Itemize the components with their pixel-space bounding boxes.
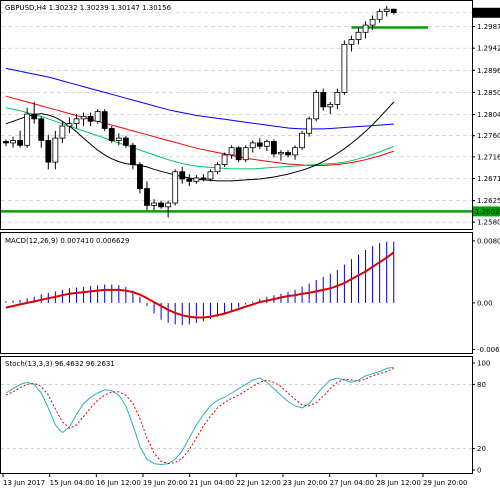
chart-window: 1.30156 1.29870 1.29420 1.28960 1.28500 1.280…: [0, 0, 500, 490]
candle-body: [10, 140, 16, 144]
candle-body: [3, 141, 9, 144]
candle-body: [249, 142, 256, 149]
candle-body: [306, 118, 313, 134]
macd-title: MACD(12,26,9) 0.007410 0.006629: [5, 237, 129, 245]
price-tick-label: 1.27160: [477, 153, 500, 161]
candle-body: [38, 118, 45, 141]
price-chart[interactable]: 1.30156 1.29870 1.29420 1.28960 1.28500 1.280…: [0, 0, 500, 490]
price-chart-title: GBPUSD,H4 1.30232 1.30239 1.30147 1.3015…: [5, 4, 172, 12]
candle-body: [362, 24, 369, 33]
time-tick-label: 28 Jun 12:00: [376, 479, 420, 487]
macd-tick-label: 0.008077: [477, 237, 500, 245]
candle-body: [376, 11, 383, 20]
current-price-label: 1.30156: [475, 9, 500, 17]
candle-body: [101, 111, 108, 129]
candle-body: [52, 137, 59, 163]
candle-body: [115, 137, 122, 141]
time-tick-label: 22 Jun 12:00: [236, 479, 280, 487]
price-tick-label: 1.25800: [477, 219, 500, 227]
price-tick-label: 1.28040: [477, 111, 500, 119]
candle-body: [31, 113, 38, 120]
candle-body: [172, 171, 179, 204]
stoch-tick-label: 100: [477, 360, 490, 368]
candle-body: [137, 164, 143, 189]
price-tick-label: 1.27600: [477, 132, 500, 140]
support-price-label: 1.26025: [475, 208, 500, 216]
stoch-tick-label: 0: [477, 467, 481, 475]
candle-body: [369, 18, 376, 26]
candle-body: [299, 132, 306, 149]
candle-body: [334, 92, 341, 105]
candle-body: [228, 147, 235, 156]
candle-body: [214, 164, 221, 173]
candle-body: [87, 116, 94, 122]
price-tick-label: 1.26250: [477, 197, 500, 205]
candle-body: [186, 178, 193, 182]
candle-body: [144, 188, 150, 206]
candle-body: [285, 152, 291, 156]
candle-body: [235, 147, 242, 161]
candle-body: [66, 123, 73, 127]
stoch-tick-label: 80: [477, 381, 486, 389]
candle-body: [179, 171, 186, 180]
candle-body: [45, 140, 52, 163]
macd-tick-label: -0.006061: [477, 346, 500, 354]
candle-body: [158, 202, 165, 208]
candle-body: [256, 142, 263, 147]
candle-body: [292, 147, 298, 156]
candle-body: [278, 152, 284, 155]
candle-body: [151, 202, 157, 206]
candle-body: [108, 128, 115, 141]
candle-body: [73, 118, 80, 125]
candle-body: [59, 125, 66, 139]
candle-body: [122, 137, 129, 146]
candle-body: [24, 113, 31, 146]
candle-body: [348, 39, 355, 45]
stoch-tick-label: 20: [477, 445, 486, 453]
candle-body: [383, 8, 390, 13]
price-tick-label: 1.29420: [477, 45, 500, 53]
candle-body: [313, 92, 320, 120]
candle-body: [165, 202, 172, 208]
candle-body: [200, 177, 207, 180]
candle-body: [17, 140, 24, 146]
candle-body: [327, 104, 334, 108]
price-tick-label: 1.28500: [477, 89, 500, 97]
price-tick-label: 1.26710: [477, 175, 500, 183]
candle-body: [207, 171, 214, 180]
time-tick-label: 13 Jun 2017: [3, 479, 45, 487]
macd-tick-label: 0.00: [477, 299, 493, 307]
time-tick-label: 16 Jun 12:00: [96, 479, 140, 487]
candle-body: [320, 92, 327, 108]
time-tick-label: 21 Jun 04:00: [190, 479, 234, 487]
time-tick-label: 19 Jun 20:00: [143, 479, 187, 487]
candle-body: [341, 43, 348, 93]
candle-body: [129, 144, 136, 165]
time-tick-label: 29 Jun 20:00: [423, 479, 467, 487]
candle-body: [355, 31, 362, 40]
stoch-title: Stoch(13,3,3) 96.4632 96.2631: [5, 360, 115, 368]
candle-body: [193, 177, 200, 182]
candle-body: [242, 147, 249, 161]
candle-body: [263, 141, 270, 147]
price-tick-label: 1.29870: [477, 23, 500, 31]
price-tick-label: 1.28960: [477, 67, 500, 75]
time-tick-label: 23 Jun 20:00: [283, 479, 327, 487]
candle-body: [94, 111, 101, 122]
time-tick-label: 15 Jun 04:00: [50, 479, 94, 487]
candle-body: [221, 154, 228, 165]
candle-body: [390, 8, 397, 13]
candle-body: [270, 141, 277, 155]
candle-body: [80, 116, 87, 120]
time-tick-label: 27 Jun 04:00: [330, 479, 374, 487]
